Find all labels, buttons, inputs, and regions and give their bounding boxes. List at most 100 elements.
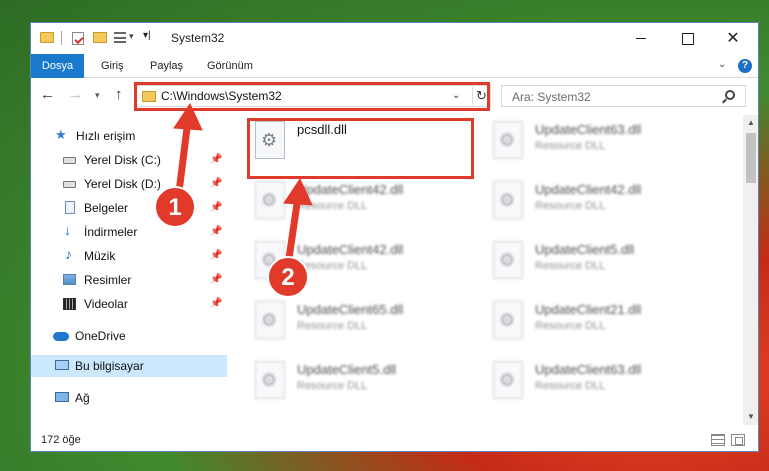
pin-icon[interactable]: 📌 (210, 298, 222, 309)
maximize-button[interactable] (664, 23, 710, 54)
scroll-down-icon[interactable]: ▼ (743, 409, 758, 425)
address-dropdown-button[interactable]: ⌄ (452, 90, 460, 101)
file-name: UpdateClient21.dll (535, 302, 642, 317)
tab-view[interactable]: Görünüm (207, 54, 253, 78)
sidebar-item-label: İndirmeler (84, 225, 138, 239)
file-name: UpdateClient63.dll (535, 362, 642, 377)
refresh-button[interactable]: ↻ (472, 87, 490, 105)
close-button[interactable]: ✕ (710, 23, 756, 54)
status-bar: 172 öğe (31, 428, 758, 451)
minimize-button[interactable] (618, 23, 664, 54)
scroll-thumb[interactable] (746, 133, 756, 183)
sidebar-item-this-pc[interactable]: Bu bilgisayar (31, 355, 227, 377)
explorer-window: ▾ ▾| System32 ✕ Dosya Giriş Paylaş Görün… (30, 22, 759, 452)
file-item[interactable]: UpdateClient65.dll Resource DLL (247, 297, 467, 347)
view-options-icon[interactable] (114, 32, 126, 43)
callout-badge-1: 1 (154, 186, 196, 228)
download-icon: ↓ (64, 222, 71, 238)
sidebar-item-videos[interactable]: Videolar 📌 (31, 293, 227, 315)
new-folder-icon[interactable] (93, 32, 107, 43)
file-type: Resource DLL (535, 260, 606, 272)
file-type: Resource DLL (297, 320, 368, 332)
dll-file-icon (493, 121, 523, 159)
toolbar-divider (61, 31, 62, 45)
drive-icon (63, 181, 76, 188)
file-type: Resource DLL (535, 200, 606, 212)
file-item[interactable]: UpdateClient5.dll Resource DLL (485, 237, 705, 287)
pin-icon[interactable]: 📌 (210, 202, 222, 213)
search-input[interactable]: Ara: System32 (501, 85, 746, 107)
navigation-bar: ← → ▾ ↑ C:\Windows\System32 ⌄ ↻ Ara: Sys… (31, 79, 758, 113)
dll-file-icon (493, 241, 523, 279)
details-view-icon[interactable] (711, 434, 725, 446)
music-icon: ♪ (65, 246, 72, 262)
file-name: UpdateClient5.dll (535, 242, 635, 257)
large-icons-view-icon[interactable] (731, 434, 745, 446)
tab-share[interactable]: Paylaş (150, 54, 183, 78)
sidebar-item-music[interactable]: ♪ Müzik 📌 (31, 245, 227, 267)
sidebar-item-label: Müzik (84, 249, 116, 263)
customize-toolbar-button[interactable]: ▾| (143, 30, 151, 41)
properties-icon[interactable] (72, 32, 84, 45)
sidebar-item-label: Videolar (84, 297, 128, 311)
star-icon: ★ (55, 127, 67, 142)
search-icon[interactable] (725, 90, 735, 100)
recent-locations-button[interactable]: ▾ (95, 90, 100, 101)
back-button[interactable]: ← (40, 86, 55, 103)
dll-file-icon (493, 301, 523, 339)
pin-icon[interactable]: 📌 (210, 178, 222, 189)
tab-home[interactable]: Giriş (101, 54, 124, 78)
pin-icon[interactable]: 📌 (210, 226, 222, 237)
sidebar-item-label: Belgeler (84, 201, 129, 215)
help-icon[interactable]: ? (738, 59, 752, 73)
sidebar-item-label: Hızlı erişim (76, 129, 136, 143)
scroll-up-icon[interactable]: ▲ (743, 115, 758, 131)
sidebar-item-label: OneDrive (75, 329, 126, 343)
file-name: UpdateClient63.dll (535, 122, 642, 137)
file-name: UpdateClient65.dll (297, 302, 404, 317)
dll-file-icon (493, 181, 523, 219)
file-item[interactable]: UpdateClient63.dll Resource DLL (485, 357, 705, 407)
title-bar: ▾ ▾| System32 ✕ (31, 23, 758, 54)
drive-icon (63, 157, 76, 164)
sidebar-item-downloads[interactable]: ↓ İndirmeler 📌 (31, 221, 227, 243)
sidebar-item-label: Bu bilgisayar (75, 359, 144, 373)
sidebar-item-label: Resimler (84, 273, 132, 287)
sidebar-item-onedrive[interactable]: OneDrive (31, 325, 227, 347)
file-type: Resource DLL (535, 380, 606, 392)
network-icon (55, 392, 69, 402)
sidebar-item-label: Yerel Disk (C:) (84, 153, 161, 167)
folder-icon (40, 32, 54, 43)
item-count: 172 öğe (41, 434, 81, 446)
pictures-icon (63, 274, 76, 285)
file-type: Resource DLL (297, 380, 368, 392)
sidebar-item-label: Yerel Disk (D:) (84, 177, 161, 191)
up-button[interactable]: ↑ (115, 86, 123, 103)
sidebar-item-network[interactable]: Ağ (31, 387, 227, 409)
sidebar-item-label: Ağ (75, 391, 90, 405)
expand-ribbon-icon[interactable]: ⌄ (718, 59, 726, 70)
file-item[interactable]: UpdateClient63.dll Resource DLL (485, 117, 705, 167)
file-item[interactable]: UpdateClient5.dll Resource DLL (247, 357, 467, 407)
sidebar-item-pictures[interactable]: Resimler 📌 (31, 269, 227, 291)
folder-icon (142, 91, 156, 102)
vertical-scrollbar[interactable]: ▲ ▼ (743, 115, 758, 425)
file-type: Resource DLL (535, 320, 606, 332)
pin-icon[interactable]: 📌 (210, 250, 222, 261)
file-name: pcsdll.dll (297, 122, 347, 137)
file-item[interactable]: UpdateClient21.dll Resource DLL (485, 297, 705, 347)
tab-file[interactable]: Dosya (31, 54, 84, 78)
search-placeholder: Ara: System32 (512, 90, 591, 104)
file-item[interactable]: UpdateClient42.dll Resource DLL (485, 177, 705, 227)
file-name: UpdateClient5.dll (297, 362, 397, 377)
pin-icon[interactable]: 📌 (210, 274, 222, 285)
chevron-down-icon[interactable]: ▾ (129, 31, 134, 42)
pin-icon[interactable]: 📌 (210, 154, 222, 165)
computer-icon (55, 360, 69, 370)
video-icon (63, 298, 76, 310)
forward-button[interactable]: → (68, 86, 83, 103)
dll-file-icon (493, 361, 523, 399)
cloud-icon (53, 332, 69, 341)
file-item-pcsdll[interactable]: pcsdll.dll (247, 117, 467, 167)
close-icon: ✕ (726, 30, 740, 47)
